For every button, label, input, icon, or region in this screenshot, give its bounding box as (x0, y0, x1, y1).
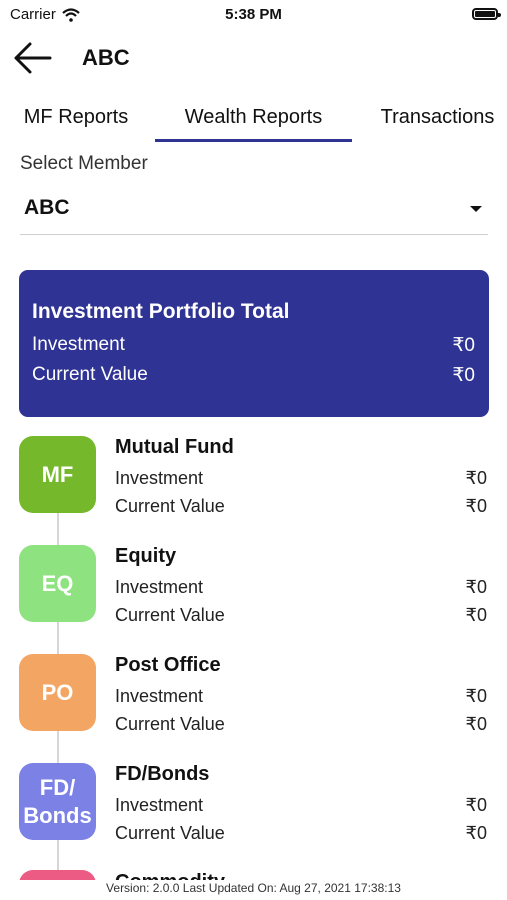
tab-transactions[interactable]: Transactions (370, 96, 505, 142)
member-label: Select Member (20, 153, 148, 174)
asset-name: FD/Bonds (115, 763, 210, 785)
asset-item-fd-bonds[interactable]: FD/ Bonds FD/Bonds Investment ₹0 Current… (0, 763, 507, 863)
tab-mf-reports[interactable]: MF Reports (6, 96, 146, 142)
asset-current-row: Current Value ₹0 (115, 496, 487, 517)
portfolio-title: Investment Portfolio Total (32, 300, 290, 323)
asset-current-label: Current Value (115, 714, 225, 734)
report-tabs: MF Reports Wealth Reports Transactions (0, 96, 507, 142)
portfolio-investment-row: Investment ₹0 (32, 334, 475, 357)
asset-item-equity[interactable]: EQ Equity Investment ₹0 Current Value ₹0 (0, 545, 507, 645)
status-bar: Carrier 5:38 PM (0, 0, 507, 30)
asset-current-label: Current Value (115, 605, 225, 625)
portfolio-current-row: Current Value ₹0 (32, 364, 475, 387)
asset-current-value: ₹0 (465, 605, 487, 625)
portfolio-investment-value: ₹0 (452, 335, 475, 356)
asset-badge: PO (19, 654, 96, 731)
asset-current-label: Current Value (115, 823, 225, 843)
asset-name-partial: Commodity (115, 872, 225, 880)
status-time: 5:38 PM (225, 6, 282, 23)
asset-investment-row: Investment ₹0 (115, 577, 487, 598)
asset-investment-row: Investment ₹0 (115, 468, 487, 489)
page-title: ABC (82, 45, 130, 70)
back-arrow-icon (14, 42, 52, 74)
asset-investment-label: Investment (115, 577, 204, 597)
asset-name: Equity (115, 545, 177, 567)
active-tab-indicator (155, 139, 352, 142)
portfolio-investment-label: Investment (32, 334, 125, 355)
member-dropdown[interactable]: ABC (20, 186, 488, 235)
tab-wealth-reports[interactable]: Wealth Reports (155, 96, 352, 142)
asset-investment-label: Investment (115, 686, 204, 706)
asset-current-value: ₹0 (465, 823, 487, 843)
asset-current-row: Current Value ₹0 (115, 823, 487, 844)
asset-current-label: Current Value (115, 496, 225, 516)
asset-current-value: ₹0 (465, 496, 487, 516)
asset-item-post-office[interactable]: PO Post Office Investment ₹0 Current Val… (0, 654, 507, 754)
asset-name: Mutual Fund (115, 436, 234, 458)
version-footer: Version: 2.0.0 Last Updated On: Aug 27, … (0, 880, 507, 900)
asset-current-row: Current Value ₹0 (115, 714, 487, 735)
asset-badge: FD/ Bonds (19, 763, 96, 840)
asset-investment-value: ₹0 (465, 686, 487, 706)
asset-investment-value: ₹0 (465, 577, 487, 597)
portfolio-current-value: ₹0 (452, 365, 475, 386)
asset-current-value: ₹0 (465, 714, 487, 734)
asset-investment-row: Investment ₹0 (115, 795, 487, 816)
chevron-down-icon (470, 206, 482, 212)
portfolio-current-label: Current Value (32, 364, 148, 385)
asset-investment-label: Investment (115, 795, 204, 815)
app-bar: ABC (0, 34, 507, 84)
asset-investment-row: Investment ₹0 (115, 686, 487, 707)
back-button[interactable] (10, 38, 58, 80)
asset-investment-value: ₹0 (465, 795, 487, 815)
asset-investment-label: Investment (115, 468, 204, 488)
battery-icon (472, 8, 501, 20)
portfolio-total-card: Investment Portfolio Total Investment ₹0… (19, 270, 489, 417)
member-value: ABC (24, 196, 70, 219)
asset-name: Post Office (115, 654, 221, 676)
asset-investment-value: ₹0 (465, 468, 487, 488)
asset-item-mutual-fund[interactable]: MF Mutual Fund Investment ₹0 Current Val… (0, 436, 507, 536)
asset-badge: MF (19, 436, 96, 513)
asset-badge: EQ (19, 545, 96, 622)
asset-current-row: Current Value ₹0 (115, 605, 487, 626)
